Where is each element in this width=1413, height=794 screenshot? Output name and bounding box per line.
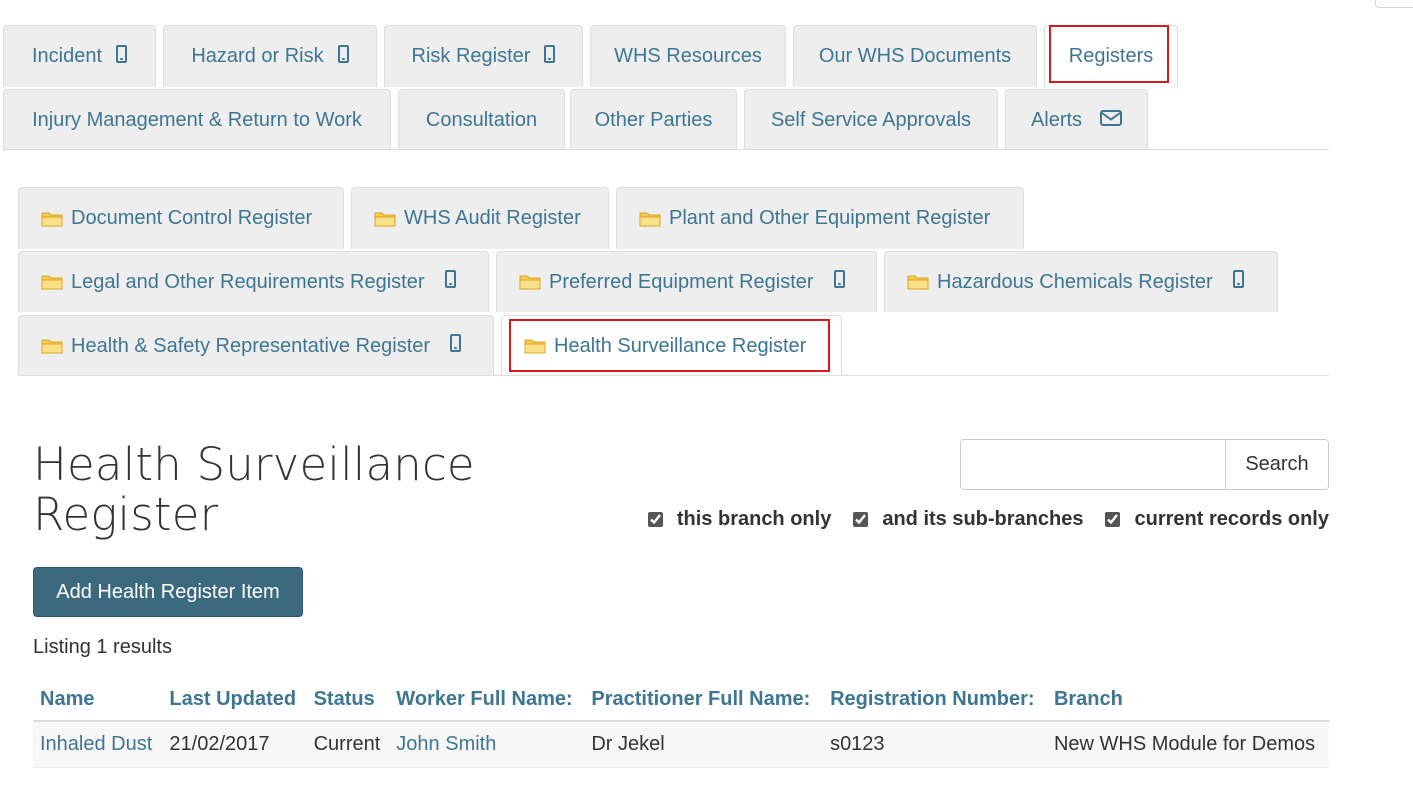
tab-label: Document Control Register	[71, 207, 313, 229]
filter-label: and its sub-branches	[882, 508, 1084, 530]
page-title-line2: Register	[33, 488, 219, 541]
tab-legal-requirements-register[interactable]: Legal and Other Requirements Register	[18, 251, 489, 312]
tab-whs-audit-register[interactable]: WHS Audit Register	[351, 187, 609, 249]
cell-branch: New WHS Module for Demos	[1046, 721, 1329, 768]
tab-label: Risk Register	[411, 45, 531, 67]
tab-label: Health Surveillance Register	[554, 334, 807, 357]
tab-label: Hazard or Risk	[191, 45, 324, 67]
main-tabs: Incident Hazard or Risk Risk Register WH…	[3, 25, 1329, 151]
column-header-status[interactable]: Status	[306, 678, 390, 722]
tab-label: Consultation	[425, 108, 538, 131]
filter-current-records[interactable]: current records only	[1105, 508, 1329, 531]
column-header-branch[interactable]: Branch	[1046, 678, 1329, 722]
tab-label: Alerts	[1030, 108, 1083, 131]
tab-label: Registers	[1068, 45, 1154, 67]
register-tabs: Document Control Register WHS Audit Regi…	[18, 187, 1329, 377]
column-header-name[interactable]: Name	[33, 678, 163, 722]
cell-worker: John Smith	[389, 721, 585, 768]
page-title: Health Surveillance Register	[33, 440, 493, 540]
tab-label: Other Parties	[594, 108, 713, 131]
tab-plant-equipment-register[interactable]: Plant and Other Equipment Register	[616, 187, 1024, 249]
phone-icon	[116, 44, 128, 69]
search-input[interactable]	[961, 440, 1225, 489]
tab-label: Preferred Equipment Register	[549, 270, 814, 293]
table-header-row: Name Last Updated Status Worker Full Nam…	[33, 678, 1329, 722]
tab-label: Self Service Approvals	[770, 108, 972, 131]
tab-label: Legal and Other Requirements Register	[71, 270, 425, 293]
page: Incident Hazard or Risk Risk Register WH…	[0, 0, 1413, 794]
tab-label: Hazardous Chemicals Register	[937, 270, 1213, 293]
tab-other-parties[interactable]: Other Parties	[570, 89, 737, 150]
column-header-practitioner[interactable]: Practitioner Full Name:	[584, 678, 824, 722]
folder-icon	[41, 275, 63, 290]
folder-icon	[639, 212, 661, 226]
phone-icon	[1232, 270, 1244, 294]
tab-incident[interactable]: Incident	[3, 25, 156, 87]
cell-last-updated: 21/02/2017	[162, 721, 307, 768]
table-row: Inhaled Dust 21/02/2017 Current John Smi…	[33, 721, 1329, 768]
envelope-icon	[1100, 109, 1123, 132]
column-header-worker[interactable]: Worker Full Name:	[389, 678, 585, 722]
listing-count: Listing 1 results	[33, 636, 172, 658]
search-button[interactable]: Search	[1225, 440, 1328, 489]
phone-icon	[337, 44, 349, 69]
tab-alerts[interactable]: Alerts	[1005, 89, 1148, 150]
tab-label: Health & Safety Representative Register	[71, 334, 431, 357]
tab-label: Injury Management & Return to Work	[32, 108, 362, 131]
search-group: Search	[960, 439, 1329, 490]
folder-icon	[907, 275, 929, 290]
current-records-checkbox[interactable]	[1105, 512, 1121, 527]
folder-icon	[519, 275, 541, 290]
tab-preferred-equipment-register[interactable]: Preferred Equipment Register	[496, 251, 877, 312]
tab-our-whs-documents[interactable]: Our WHS Documents	[793, 25, 1037, 87]
corner-widget	[1375, 0, 1413, 8]
cell-name: Inhaled Dust	[33, 721, 163, 768]
filter-label: this branch only	[676, 508, 832, 530]
folder-icon	[41, 339, 63, 354]
column-header-registration[interactable]: Registration Number:	[823, 678, 1047, 722]
results-table: Name Last Updated Status Worker Full Nam…	[33, 678, 1329, 768]
worker-link[interactable]: John Smith	[396, 733, 496, 755]
tab-consultation[interactable]: Consultation	[398, 89, 565, 150]
phone-icon	[544, 44, 556, 69]
page-title-line1: Health Surveillance	[33, 438, 475, 491]
phone-icon	[444, 270, 456, 294]
add-health-register-item-button[interactable]: Add Health Register Item	[33, 567, 303, 617]
tab-injury-management[interactable]: Injury Management & Return to Work	[3, 89, 391, 150]
tab-hazardous-chemicals-register[interactable]: Hazardous Chemicals Register	[884, 251, 1278, 312]
tabs-divider	[3, 149, 1329, 150]
tab-label: WHS Audit Register	[404, 207, 581, 229]
filter-label: current records only	[1134, 508, 1329, 530]
tab-document-control-register[interactable]: Document Control Register	[18, 187, 344, 249]
cell-status: Current	[306, 721, 390, 768]
cell-registration: s0123	[823, 721, 1047, 768]
tab-hsr-register[interactable]: Health & Safety Representative Register	[18, 315, 494, 376]
cell-practitioner: Dr Jekel	[584, 721, 824, 768]
tab-label: WHS Resources	[614, 45, 762, 67]
tab-risk-register[interactable]: Risk Register	[384, 25, 583, 87]
record-link[interactable]: Inhaled Dust	[40, 733, 152, 755]
phone-icon	[833, 270, 845, 294]
this-branch-checkbox[interactable]	[647, 512, 663, 527]
tab-self-service-approvals[interactable]: Self Service Approvals	[744, 89, 998, 150]
tab-whs-resources[interactable]: WHS Resources	[590, 25, 786, 87]
sub-branches-checkbox[interactable]	[853, 512, 869, 527]
filter-this-branch[interactable]: this branch only	[647, 508, 832, 531]
folder-icon	[524, 339, 546, 354]
tab-health-surveillance-register[interactable]: Health Surveillance Register	[501, 315, 842, 376]
tab-label: Incident	[31, 45, 103, 67]
tab-label: Our WHS Documents	[818, 45, 1012, 67]
filter-options: this branch only and its sub-branches cu…	[626, 508, 1329, 531]
tab-label: Plant and Other Equipment Register	[669, 207, 991, 229]
folder-icon	[374, 212, 396, 226]
filter-sub-branches[interactable]: and its sub-branches	[853, 508, 1083, 531]
phone-icon	[450, 334, 462, 358]
column-header-last-updated[interactable]: Last Updated	[162, 678, 307, 722]
tabs-divider	[18, 375, 1329, 376]
tab-hazard-or-risk[interactable]: Hazard or Risk	[163, 25, 377, 87]
tab-registers[interactable]: Registers	[1044, 25, 1178, 87]
folder-icon	[41, 212, 63, 226]
